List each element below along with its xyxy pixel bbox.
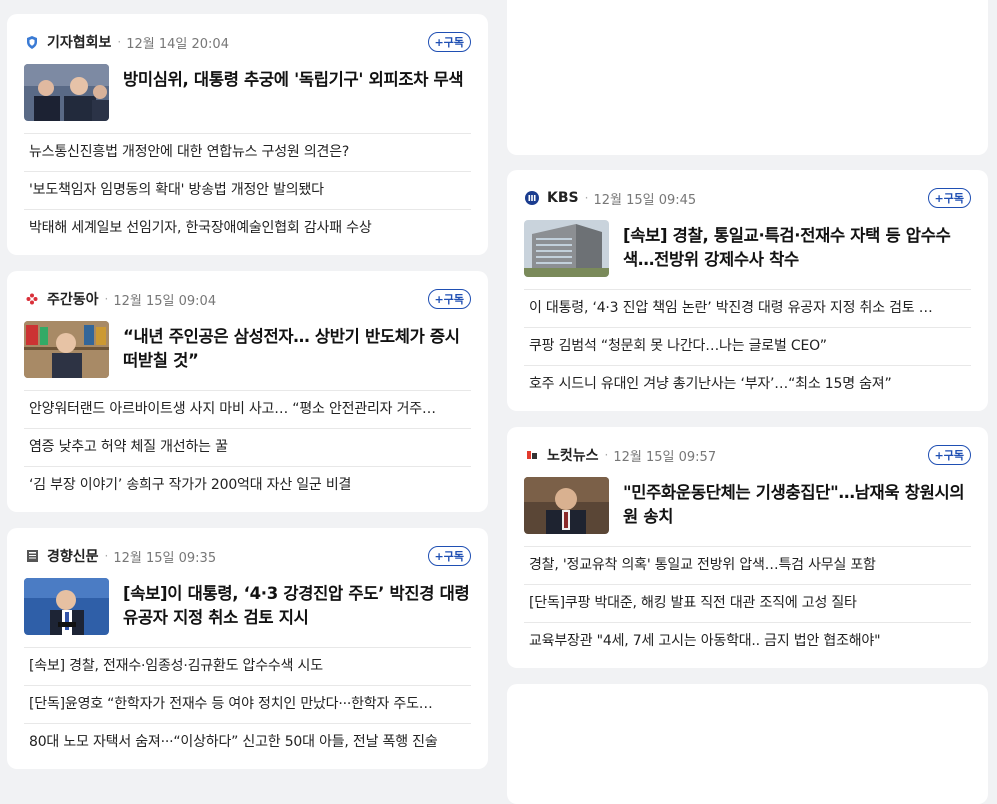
press-name[interactable]: KBS [547,190,579,206]
headline[interactable]: [속보] 경찰, 통일교·특검·전재수 자택 등 압수수색…전방위 강제수사 착… [623,220,971,272]
subscribe-button[interactable]: +구독 [927,445,971,465]
timestamp: 12월 14일 20:04 [126,36,229,52]
press-name[interactable]: 노컷뉴스 [547,445,599,465]
shield-icon[interactable] [25,35,39,49]
nocut-logo-icon[interactable] [525,448,539,462]
headline[interactable]: [속보]이 대통령, ‘4·3 강경진압 주도’ 박진경 대령 유공자 지정 취… [123,578,471,630]
article-list: 경찰, '정교유착 의혹' 통일교 전방위 압색…특검 사무실 포함 [단독]쿠… [524,546,971,660]
kbs-logo-icon[interactable] [525,191,539,205]
article-thumbnail[interactable] [24,64,109,121]
list-item[interactable]: 교육부장관 "4세, 7세 고시는 아동학대.. 금지 법안 협조해야" [524,622,971,660]
card-header: 경향신문 · 12월 15일 09:35 +구독 [25,544,471,568]
list-item[interactable]: 80대 노모 자택서 숨져···“이상하다” 신고한 50대 아들, 전날 폭행… [24,723,471,761]
list-item[interactable]: 염증 낮추고 허약 체질 개선하는 꿀 [24,428,471,466]
headline[interactable]: 방미심위, 대통령 추궁에 '독립기구' 외피조차 무색 [123,64,464,92]
article-list: 뉴스통신진흥법 개정안에 대한 연합뉴스 구성원 의견은? '보도책임자 임명동… [24,133,471,247]
list-item[interactable]: 박태해 세계일보 선임기자, 한국장애예술인협회 감사패 수상 [24,209,471,247]
article-thumbnail[interactable] [24,321,109,378]
article-list: 이 대통령, ‘4·3 진압 책임 논란’ 박진경 대령 유공자 지정 취소 검… [524,289,971,403]
main-article[interactable]: "민주화운동단체는 기생충집단"…남재욱 창원시의원 송치 [524,477,971,535]
card-header: 기자협회보 · 12월 14일 20:04 +구독 [25,30,471,54]
main-article[interactable]: [속보]이 대통령, ‘4·3 강경진압 주도’ 박진경 대령 유공자 지정 취… [24,578,471,636]
main-article[interactable]: 방미심위, 대통령 추궁에 '독립기구' 외피조차 무색 [24,64,471,122]
list-item[interactable]: 쿠팡 김범석 “청문회 못 나간다…나는 글로벌 CEO” [524,327,971,365]
article-list: 안양워터랜드 아르바이트생 사지 마비 사고… “평소 안전관리자 거주… 염증… [24,390,471,504]
press-card-kyunghyang: 경향신문 · 12월 15일 09:35 +구독 [속보]이 대통령, ‘4·3… [7,528,488,769]
press-card-kbs: KBS · 12월 15일 09:45 +구독 [속보] 경찰, 통일교·특검·… [507,170,988,411]
press-card-nocut: 노컷뉴스 · 12월 15일 09:57 +구독 "민주화운동단체는 기생충집단… [507,427,988,668]
article-thumbnail[interactable] [24,578,109,635]
headline[interactable]: "민주화운동단체는 기생충집단"…남재욱 창원시의원 송치 [623,477,971,529]
main-article[interactable]: “내년 주인공은 삼성전자… 상반기 반도체가 증시 떠받칠 것” [24,321,471,379]
separator-dot: · [104,292,109,306]
separator-dot: · [604,448,609,462]
headline[interactable]: “내년 주인공은 삼성전자… 상반기 반도체가 증시 떠받칠 것” [123,321,471,373]
separator-dot: · [104,549,109,563]
timestamp: 12월 15일 09:45 [593,192,697,208]
list-item[interactable]: 뉴스통신진흥법 개정안에 대한 연합뉴스 구성원 의견은? [24,133,471,171]
press-name[interactable]: 기자협회보 [47,32,111,52]
flower-icon[interactable] [25,292,39,306]
article-list: [속보] 경찰, 전재수·임종성·김규환도 압수수색 시도 [단독]윤영호 “한… [24,647,471,761]
press-card-weekly-donga: 주간동아 · 12월 15일 09:04 +구독 “내년 주인공은 삼성전자… … [7,271,488,512]
press-name[interactable]: 주간동아 [47,289,99,309]
card-header: 주간동아 · 12월 15일 09:04 +구독 [25,287,471,311]
list-item[interactable]: [단독]윤영호 “한학자가 전재수 등 여야 정치인 만났다···한학자 주도… [24,685,471,723]
list-item[interactable]: 안양워터랜드 아르바이트생 사지 마비 사고… “평소 안전관리자 거주… [24,390,471,428]
list-item[interactable]: 호주 시드니 유대인 겨냥 총기난사는 ‘부자’…“최소 15명 숨져” [524,365,971,403]
press-name[interactable]: 경향신문 [47,546,99,566]
card-header: KBS · 12월 15일 09:45 +구독 [525,186,971,210]
ad-area [507,0,988,155]
list-item[interactable]: [단독]쿠팡 박대준, 해킹 발표 직전 대관 조직에 고성 질타 [524,584,971,622]
separator-dot: · [584,191,589,205]
newspaper-icon[interactable] [25,549,39,563]
subscribe-button[interactable]: +구독 [427,546,471,566]
main-article[interactable]: [속보] 경찰, 통일교·특검·전재수 자택 등 압수수색…전방위 강제수사 착… [524,220,971,278]
article-thumbnail[interactable] [524,220,609,277]
loading-card [507,684,988,804]
separator-dot: · [117,35,122,49]
subscribe-button[interactable]: +구독 [427,32,471,52]
timestamp: 12월 15일 09:04 [113,293,217,309]
list-item[interactable]: 경찰, '정교유착 의혹' 통일교 전방위 압색…특검 사무실 포함 [524,546,971,584]
timestamp: 12월 15일 09:35 [113,550,217,566]
card-header: 노컷뉴스 · 12월 15일 09:57 +구독 [525,443,971,467]
list-item[interactable]: 이 대통령, ‘4·3 진압 책임 논란’ 박진경 대령 유공자 지정 취소 검… [524,289,971,327]
article-thumbnail[interactable] [524,477,609,534]
list-item[interactable]: ‘김 부장 이야기’ 송희구 작가가 200억대 자산 일군 비결 [24,466,471,504]
timestamp: 12월 15일 09:57 [613,449,717,465]
list-item[interactable]: [속보] 경찰, 전재수·임종성·김규환도 압수수색 시도 [24,647,471,685]
subscribe-button[interactable]: +구독 [427,289,471,309]
subscribe-button[interactable]: +구독 [927,188,971,208]
press-card-journalist-association: 기자협회보 · 12월 14일 20:04 +구독 방미심위, 대통령 추궁에 … [7,14,488,255]
list-item[interactable]: '보도책임자 임명동의 확대' 방송법 개정안 발의됐다 [24,171,471,209]
